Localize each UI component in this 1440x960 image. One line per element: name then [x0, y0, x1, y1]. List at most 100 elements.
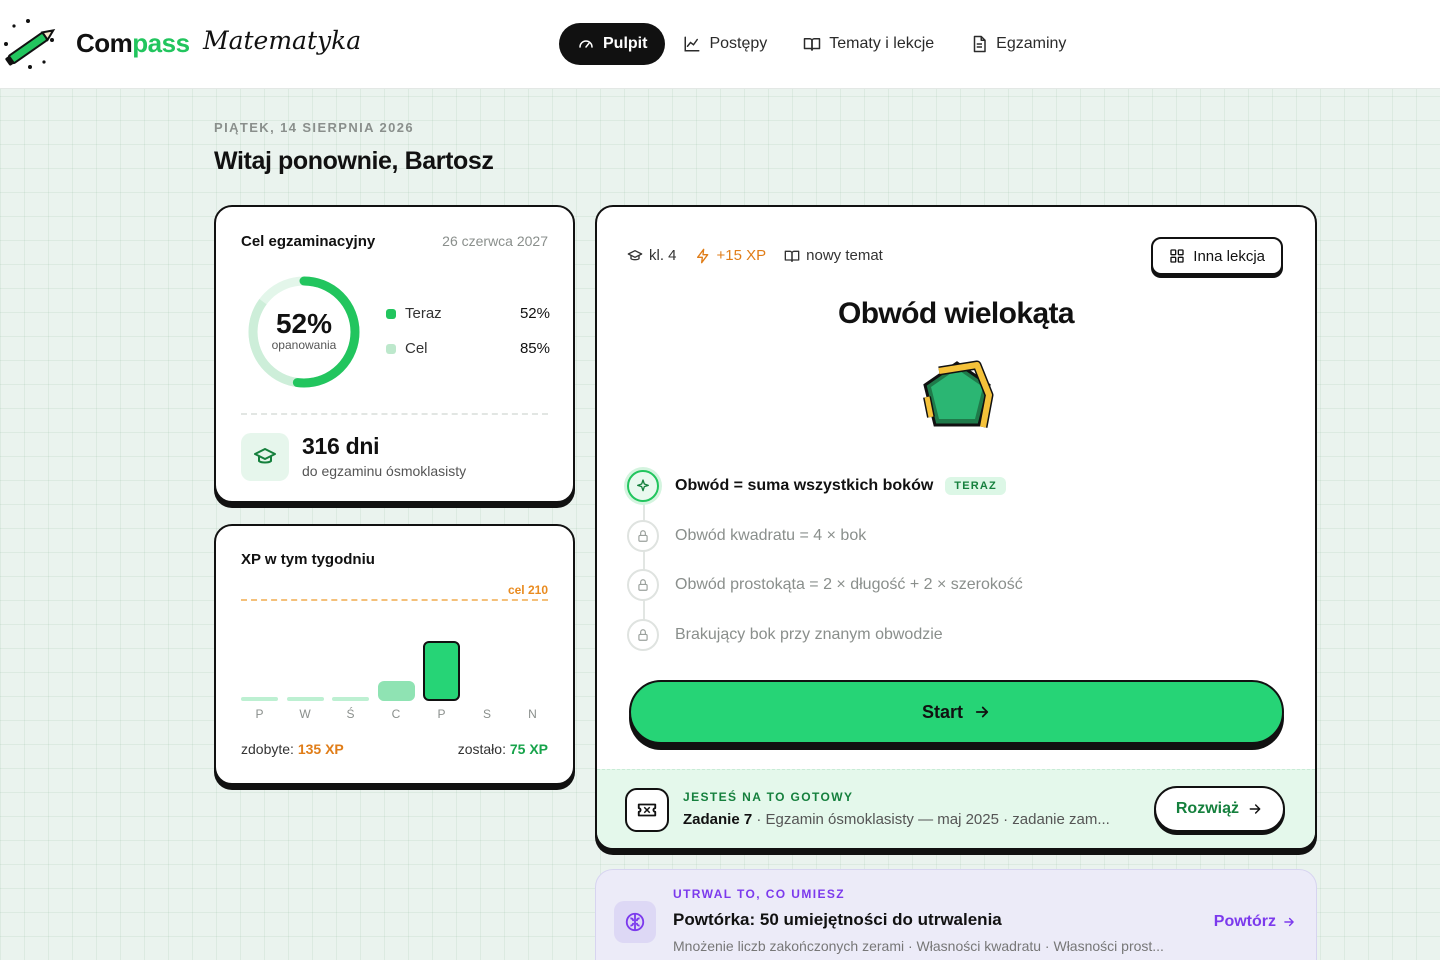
xp-day-label: P: [255, 707, 264, 721]
review-button[interactable]: Powtórz: [1214, 913, 1296, 931]
xp-bar: [332, 697, 369, 701]
grid-icon: [1170, 249, 1184, 263]
xp-bar: [241, 697, 278, 701]
lock-icon: [627, 569, 659, 601]
nav-egzaminy[interactable]: Egzaminy: [952, 23, 1084, 65]
xp-day-label: C: [391, 707, 401, 721]
current-step-badge: TERAZ: [945, 477, 1006, 495]
start-button[interactable]: Start: [629, 680, 1284, 744]
ready-task-banner: JESTEŚ NA TO GOTOWY Zadanie 7 · Egzamin …: [597, 769, 1315, 848]
graduation-cap-icon: [627, 249, 643, 260]
review-skills: Mnożenie liczb zakończonych zerami · Wła…: [673, 938, 1164, 954]
ready-task-text: Zadanie 7 · Egzamin ósmoklasisty — maj 2…: [683, 811, 1143, 828]
lock-icon: [627, 619, 659, 651]
xp-bar: [423, 641, 460, 701]
exam-goal-card: Cel egzaminacyjny 26 czerwca 2027 52% op…: [214, 205, 575, 503]
lightning-icon: [696, 248, 708, 263]
steps-connector: [643, 487, 645, 637]
nav-label: Pulpit: [603, 35, 648, 52]
button-label: Inna lekcja: [1193, 247, 1265, 265]
main-nav: Pulpit Postępy Tematy i lekcje Egzaminy: [559, 23, 1084, 65]
legend-now: Teraz 52%: [386, 305, 550, 322]
xp-left-label: zostało:: [457, 741, 506, 757]
book-open-icon: [784, 250, 800, 262]
nav-label: Egzaminy: [996, 35, 1067, 52]
card-title: XP w tym tygodniu: [241, 551, 375, 568]
lesson-tag: nowy temat: [784, 247, 883, 264]
lesson-title: Obwód wielokąta: [837, 297, 1075, 330]
xp-goal-label: cel 210: [507, 583, 548, 597]
nav-label: Postępy: [709, 35, 768, 52]
lesson-meta: kl. 4 +15 XP nowy temat: [627, 247, 883, 264]
lesson-card: kl. 4 +15 XP nowy temat Inna lekcja Obwó…: [595, 205, 1317, 850]
xp-left-value: 75 XP: [509, 741, 548, 757]
lesson-step: Obwód kwadratu = 4 × bok: [627, 519, 866, 553]
divider: [241, 413, 548, 415]
ready-kicker: JESTEŚ NA TO GOTOWY: [683, 790, 854, 804]
legend-dot: [386, 308, 396, 319]
xp-bar: [377, 681, 415, 701]
xp-day-label: W: [299, 707, 311, 721]
chart-line-icon: [684, 36, 700, 52]
exam-date: 26 czerwca 2027: [442, 233, 548, 249]
nav-pulpit[interactable]: Pulpit: [559, 23, 666, 65]
xp-goal-line: [241, 599, 548, 601]
step-text: Brakujący bok przy znanym obwodzie: [675, 626, 943, 643]
button-label: Powtórz: [1213, 913, 1276, 930]
other-lesson-button[interactable]: Inna lekcja: [1151, 237, 1283, 275]
lesson-step[interactable]: Obwód = suma wszystkich boków TERAZ: [627, 469, 1006, 503]
ticket-icon: [625, 788, 669, 832]
button-label: Start: [921, 701, 963, 722]
lesson-step: Brakujący bok przy znanym obwodzie: [627, 618, 943, 652]
legend-dot: [386, 343, 396, 354]
legend-label: Teraz: [405, 305, 442, 322]
legend-value: 85%: [519, 340, 550, 357]
current-date: PIĄTEK, 14 SIERPNIA 2026: [214, 120, 415, 135]
review-kicker: UTRWAL TO, CO UMIESZ: [673, 887, 846, 901]
solve-button[interactable]: Rozwiąż: [1153, 786, 1285, 832]
arrow-right-icon: [1249, 804, 1261, 814]
weekly-xp-card: XP w tym tygodniu cel 210 P W Ś C P S N zdobyt…: [214, 524, 575, 785]
lesson-xp: +15 XP: [695, 247, 767, 264]
step-text: Obwód kwadratu = 4 × bok: [675, 527, 867, 544]
brand-name[interactable]: Compass: [76, 28, 190, 59]
lesson-grade: kl. 4: [627, 247, 677, 264]
xp-earned-value: 135 XP: [297, 741, 344, 757]
document-icon: [973, 35, 986, 53]
arrow-right-icon: [1284, 917, 1294, 927]
brand-subtitle: Matematyka: [203, 26, 362, 55]
xp-left: zostało: 75 XP: [458, 741, 548, 757]
days-label: do egzaminu ósmoklasisty: [302, 463, 467, 479]
sparkle-icon: [627, 470, 659, 502]
xp-day-label: S: [482, 707, 491, 721]
book-open-icon: [804, 38, 821, 51]
lesson-step: Obwód prostokąta = 2 × długość + 2 × sze…: [627, 568, 1023, 602]
xp-bar: [286, 697, 324, 701]
nav-label: Tematy i lekcje: [829, 35, 935, 52]
compass-pencil-logo-icon[interactable]: [0, 14, 62, 74]
button-label: Rozwiąż: [1175, 800, 1239, 817]
xp-day-label: N: [528, 707, 537, 721]
task-number: Zadanie 7: [683, 811, 753, 828]
card-title: Cel egzaminacyjny: [241, 233, 376, 250]
xp-reward: +15 XP: [716, 247, 767, 264]
nav-tematy[interactable]: Tematy i lekcje: [785, 23, 952, 65]
mastery-percent: 52%: [275, 308, 333, 339]
legend-goal: Cel 85%: [386, 340, 550, 357]
tag-label: nowy temat: [806, 247, 883, 264]
xp-earned: zdobyte: 135 XP: [241, 741, 344, 757]
xp-day-label: P: [437, 707, 446, 721]
legend-value: 52%: [519, 305, 550, 322]
nav-postepy[interactable]: Postępy: [665, 23, 785, 65]
xp-bar-chart: [241, 621, 551, 701]
review-card[interactable]: UTRWAL TO, CO UMIESZ Powtórka: 50 umieję…: [595, 869, 1317, 960]
step-text: Obwód = suma wszystkich boków: [675, 477, 934, 494]
graduation-cap-badge: [241, 433, 289, 481]
top-bar: Compass Matematyka Pulpit Postępy Tematy…: [0, 0, 1440, 89]
mastery-label: opanowania: [271, 338, 337, 352]
review-title: Powtórka: 50 umiejętności do utrwalenia: [673, 910, 1002, 929]
days-count: 316 dni: [302, 433, 380, 459]
task-detail: · Egzamin ósmoklasisty — maj 2025 · zada…: [752, 811, 1110, 828]
brain-icon: [614, 901, 656, 943]
pentagon-tape-measure-icon: [923, 360, 994, 428]
